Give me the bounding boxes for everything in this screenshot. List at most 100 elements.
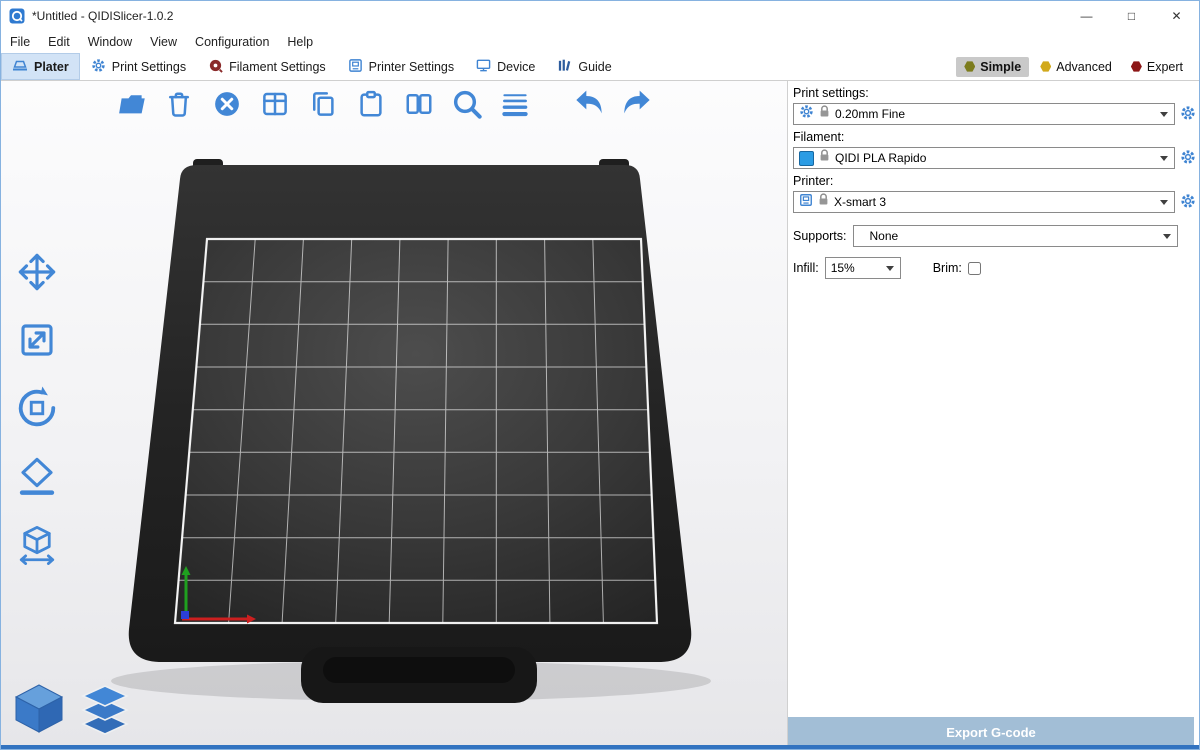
- redo-button[interactable]: [619, 87, 655, 123]
- move-tool-button[interactable]: [11, 247, 63, 299]
- layers-stack-icon: [79, 684, 131, 739]
- filament-gear-button[interactable]: [1178, 147, 1198, 169]
- tab-device-label: Device: [497, 60, 535, 74]
- copy-icon: [308, 89, 338, 122]
- chevron-down-icon: [1160, 156, 1168, 161]
- tab-plater-label: Plater: [34, 60, 69, 74]
- mode-simple-label: Simple: [980, 60, 1021, 74]
- delete-all-button[interactable]: [209, 87, 245, 123]
- menu-help[interactable]: Help: [278, 35, 322, 49]
- maximize-button[interactable]: □: [1109, 1, 1154, 31]
- settings-sidebar: Print settings: 0.20mm Fine Filament: QI…: [787, 81, 1200, 747]
- menu-window[interactable]: Window: [79, 35, 141, 49]
- chevron-down-icon: [1160, 112, 1168, 117]
- paste-button[interactable]: [353, 87, 389, 123]
- chevron-down-icon: [1160, 200, 1168, 205]
- infill-label: Infill:: [793, 261, 819, 275]
- scale-tool-button[interactable]: [11, 315, 63, 367]
- supports-label: Supports:: [793, 229, 847, 243]
- chevron-down-icon: [1163, 234, 1171, 239]
- bed-3d-viewport[interactable]: [1, 81, 787, 747]
- expert-mode-icon: [1131, 61, 1142, 72]
- mode-advanced[interactable]: Advanced: [1032, 57, 1120, 77]
- filament-color-swatch: [799, 151, 814, 166]
- close-button[interactable]: ✕: [1154, 1, 1199, 31]
- print-settings-select[interactable]: 0.20mm Fine: [793, 103, 1175, 125]
- menu-view[interactable]: View: [141, 35, 186, 49]
- tab-print-settings[interactable]: Print Settings: [80, 53, 197, 80]
- cube-3d-icon: [11, 680, 67, 739]
- menu-configuration[interactable]: Configuration: [186, 35, 278, 49]
- mode-expert[interactable]: Expert: [1123, 57, 1191, 77]
- print-settings-label: Print settings:: [793, 86, 1200, 100]
- filament-value: QIDI PLA Rapido: [835, 151, 926, 165]
- print-settings-value: 0.20mm Fine: [835, 107, 905, 121]
- place-on-face-tool-button[interactable]: [11, 451, 63, 503]
- arrange-button[interactable]: [257, 87, 293, 123]
- printer-icon: [799, 193, 813, 212]
- tab-device[interactable]: Device: [465, 53, 546, 80]
- export-gcode-button[interactable]: Export G-code: [788, 717, 1194, 747]
- open-folder-icon: [116, 89, 146, 122]
- variable-layer-height-button[interactable]: [497, 87, 533, 123]
- window-controls: — □ ✕: [1064, 1, 1199, 31]
- window-title: *Untitled - QIDISlicer-1.0.2: [32, 9, 173, 23]
- supports-value: None: [870, 229, 899, 243]
- tab-guide[interactable]: Guide: [546, 53, 622, 80]
- brim-checkbox[interactable]: [968, 262, 981, 275]
- trash-icon: [164, 89, 194, 122]
- rotate-tool-button[interactable]: [11, 383, 63, 435]
- redo-arrow-icon: [621, 88, 653, 123]
- printer-label: Printer:: [793, 174, 1200, 188]
- tab-plater[interactable]: Plater: [1, 53, 80, 80]
- menubar: File Edit Window View Configuration Help: [1, 31, 1199, 53]
- tab-print-settings-label: Print Settings: [112, 60, 186, 74]
- mode-simple[interactable]: Simple: [956, 57, 1029, 77]
- delete-button[interactable]: [161, 87, 197, 123]
- advanced-mode-icon: [1040, 61, 1051, 72]
- printer-value: X-smart 3: [834, 195, 886, 209]
- app-logo-icon: [9, 8, 25, 24]
- scale-icon: [16, 319, 58, 364]
- mode-switcher: Simple Advanced Expert: [956, 53, 1199, 80]
- app-window: *Untitled - QIDISlicer-1.0.2 — □ ✕ File …: [0, 0, 1200, 750]
- preview-layers-view-button[interactable]: [79, 684, 131, 739]
- paste-clipboard-icon: [356, 89, 386, 122]
- filament-spool-icon: [208, 58, 223, 76]
- printer-bed: [1, 81, 787, 747]
- editor-3d-view-button[interactable]: [11, 680, 67, 739]
- tab-printer-settings[interactable]: Printer Settings: [337, 53, 465, 80]
- minimize-button[interactable]: —: [1064, 1, 1109, 31]
- menu-file[interactable]: File: [1, 35, 39, 49]
- arrange-grid-icon: [260, 89, 290, 122]
- flatten-icon: [16, 455, 58, 500]
- mode-expert-label: Expert: [1147, 60, 1183, 74]
- simple-mode-icon: [964, 61, 975, 72]
- move-icon: [16, 251, 58, 296]
- split-icon: [404, 89, 434, 122]
- print-settings-gear-button[interactable]: [1178, 103, 1198, 125]
- lock-icon: [818, 193, 829, 211]
- gear-icon: [1180, 105, 1196, 124]
- undo-arrow-icon: [573, 88, 605, 123]
- printer-gear-button[interactable]: [1178, 191, 1198, 213]
- tabbar: Plater Print Settings Filament Settings …: [1, 53, 1199, 81]
- undo-button[interactable]: [571, 87, 607, 123]
- menu-edit[interactable]: Edit: [39, 35, 79, 49]
- supports-select[interactable]: None: [853, 225, 1178, 247]
- titlebar: *Untitled - QIDISlicer-1.0.2 — □ ✕: [1, 1, 1199, 31]
- tab-printer-settings-label: Printer Settings: [369, 60, 454, 74]
- device-monitor-icon: [476, 58, 491, 76]
- split-objects-button[interactable]: [401, 87, 437, 123]
- filament-select[interactable]: QIDI PLA Rapido: [793, 147, 1175, 169]
- printer-select[interactable]: X-smart 3: [793, 191, 1175, 213]
- gear-icon: [91, 58, 106, 76]
- tab-filament-settings[interactable]: Filament Settings: [197, 53, 337, 80]
- copy-button[interactable]: [305, 87, 341, 123]
- open-file-button[interactable]: [113, 87, 149, 123]
- infill-select[interactable]: 15%: [825, 257, 901, 279]
- tab-filament-settings-label: Filament Settings: [229, 60, 326, 74]
- search-button[interactable]: [449, 87, 485, 123]
- gizmo-toolbar: [11, 247, 63, 571]
- measure-tool-button[interactable]: [11, 519, 63, 571]
